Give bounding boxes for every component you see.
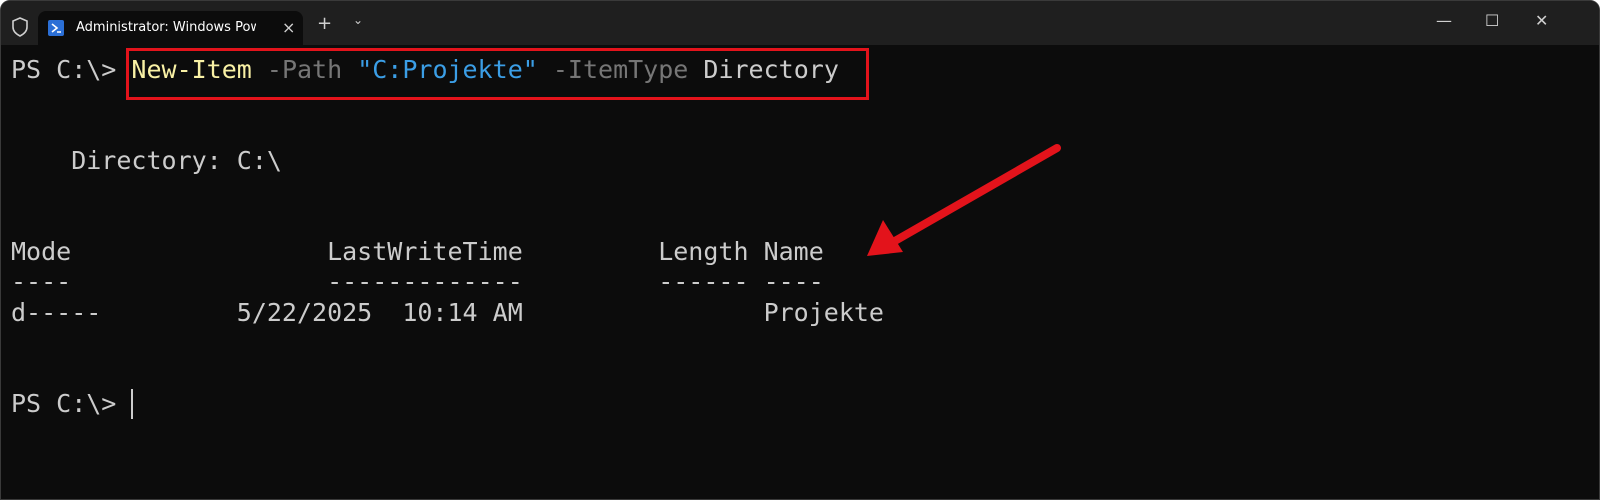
command-highlight-box bbox=[126, 48, 869, 100]
maximize-button[interactable]: ☐ bbox=[1485, 11, 1499, 30]
text-cursor bbox=[131, 389, 133, 419]
table-separator: ---- ------------- ------ ---- bbox=[11, 267, 824, 296]
powershell-icon bbox=[48, 20, 64, 36]
terminal-window: Administrator: Windows PowerShell × + ⌄ … bbox=[0, 0, 1600, 500]
shield-icon bbox=[12, 17, 28, 37]
title-bar: Administrator: Windows PowerShell × + ⌄ … bbox=[1, 1, 1599, 45]
terminal-content[interactable]: PS C:\> New-Item -Path "C:Projekte" -Ite… bbox=[11, 45, 1591, 495]
directory-line: Directory: C:\ bbox=[11, 146, 282, 175]
minimize-button[interactable]: — bbox=[1436, 11, 1452, 30]
close-window-button[interactable]: ✕ bbox=[1535, 11, 1548, 30]
tab-powershell[interactable]: Administrator: Windows PowerShell × bbox=[38, 11, 303, 45]
new-tab-button[interactable]: + bbox=[317, 13, 332, 34]
table-row: d----- 5/22/2025 10:14 AM Projekte bbox=[11, 298, 884, 327]
final-prompt: PS C:\> bbox=[11, 389, 132, 418]
tab-title: Administrator: Windows PowerShell bbox=[76, 20, 256, 35]
prompt: PS C:\> bbox=[11, 55, 132, 84]
annotation-arrow-icon bbox=[867, 144, 1061, 256]
tab-dropdown-button[interactable]: ⌄ bbox=[353, 13, 363, 27]
table-header: Mode LastWriteTime Length Name bbox=[11, 237, 824, 266]
tab-close-button[interactable]: × bbox=[282, 18, 295, 37]
